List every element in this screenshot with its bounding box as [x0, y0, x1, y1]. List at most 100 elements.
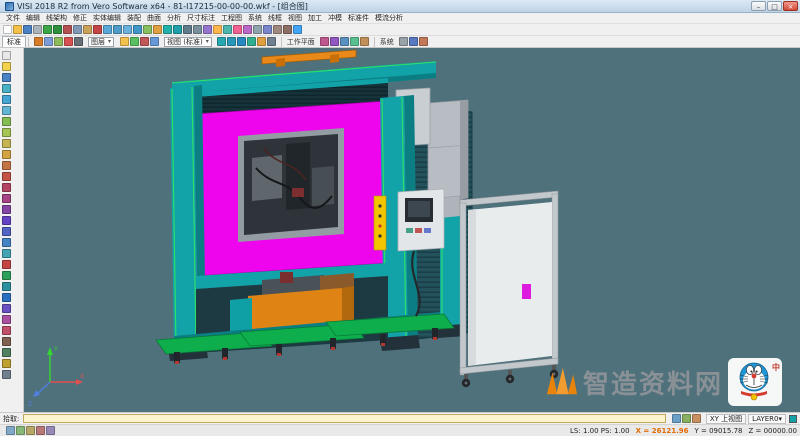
mirror-tool-icon[interactable] — [2, 205, 11, 214]
workplane-3pt-icon[interactable] — [350, 37, 359, 46]
menu-item[interactable]: 尺寸标注 — [184, 13, 218, 23]
filter-icon[interactable] — [54, 37, 63, 46]
paste-icon[interactable] — [83, 25, 92, 34]
rotate-tool-icon[interactable] — [2, 227, 11, 236]
rectangle-tool-icon[interactable] — [2, 117, 11, 126]
view-iso-icon[interactable] — [247, 37, 256, 46]
top-view-icon[interactable] — [173, 25, 182, 34]
view-front-icon[interactable] — [227, 37, 236, 46]
new-file-icon[interactable] — [3, 25, 12, 34]
offset-tool-icon[interactable] — [2, 150, 11, 159]
zoom-in-icon[interactable] — [103, 25, 112, 34]
print-icon[interactable] — [33, 25, 42, 34]
cut-icon[interactable] — [63, 25, 72, 34]
shaded-view-icon[interactable] — [183, 25, 192, 34]
menu-item[interactable]: 文件 — [3, 13, 23, 23]
menu-item[interactable]: 线架构 — [43, 13, 70, 23]
menu-item[interactable]: 修正 — [70, 13, 90, 23]
select-tool-icon[interactable] — [2, 51, 11, 60]
layer-combo[interactable]: 图层 ▾ — [88, 37, 114, 47]
view-top-icon[interactable] — [217, 37, 226, 46]
ortho-toggle-icon[interactable] — [16, 426, 25, 435]
save-icon[interactable] — [23, 25, 32, 34]
system-settings-icon[interactable] — [399, 37, 408, 46]
menu-item[interactable]: 装配 — [124, 13, 144, 23]
close-button[interactable]: × — [783, 1, 798, 11]
fillet-tool-icon[interactable] — [2, 183, 11, 192]
grid-snap-icon[interactable] — [682, 414, 691, 423]
view-refresh-icon[interactable] — [257, 37, 266, 46]
toolbar-tab-standard[interactable]: 标准 — [2, 36, 26, 47]
viewport-3d[interactable]: Y X Z 智造资料网 — [24, 48, 800, 412]
arc-tool-icon[interactable] — [2, 84, 11, 93]
rotate-view-icon[interactable] — [153, 25, 162, 34]
safety-panel-magenta[interactable] — [196, 101, 388, 276]
wireframe-view-icon[interactable] — [193, 25, 202, 34]
hole-feature-icon[interactable] — [2, 337, 11, 346]
revolve-tool-icon[interactable] — [2, 282, 11, 291]
copy-tool-icon[interactable] — [2, 249, 11, 258]
grid-icon[interactable] — [253, 25, 262, 34]
boolean-union-icon[interactable] — [2, 326, 11, 335]
delete-entity-icon[interactable] — [2, 260, 11, 269]
workplane-xy-icon[interactable] — [320, 37, 329, 46]
sweep-tool-icon[interactable] — [2, 293, 11, 302]
undo-icon[interactable] — [43, 25, 52, 34]
system-calculator-icon[interactable] — [409, 37, 418, 46]
maximize-button[interactable]: □ — [767, 1, 782, 11]
copy-icon[interactable] — [73, 25, 82, 34]
properties-icon[interactable] — [273, 25, 282, 34]
measure-icon[interactable] — [233, 25, 242, 34]
layer-field[interactable]: LAYER0 ▾ — [748, 414, 786, 424]
snap-toggle-icon[interactable] — [6, 426, 15, 435]
dynamic-input-toggle-icon[interactable] — [46, 426, 55, 435]
ellipse-tool-icon[interactable] — [2, 106, 11, 115]
menu-item[interactable]: 模流分析 — [372, 13, 406, 23]
command-input[interactable] — [23, 414, 666, 423]
selection-filter-icon[interactable] — [263, 25, 272, 34]
trim-tool-icon[interactable] — [2, 161, 11, 170]
redo-icon[interactable] — [53, 25, 62, 34]
layer-manager-icon[interactable] — [213, 25, 222, 34]
attribute-paint-icon[interactable] — [34, 37, 43, 46]
layer-isolate-icon[interactable] — [150, 37, 159, 46]
line-style-icon[interactable] — [74, 37, 83, 46]
menu-item[interactable]: 编辑 — [23, 13, 43, 23]
view-cube-icon[interactable] — [672, 414, 681, 423]
scale-tool-icon[interactable] — [2, 238, 11, 247]
spline-tool-icon[interactable] — [2, 139, 11, 148]
pattern-tool-icon[interactable] — [2, 348, 11, 357]
materials-icon[interactable] — [283, 25, 292, 34]
layer-off-icon[interactable] — [140, 37, 149, 46]
iso-view-icon[interactable] — [163, 25, 172, 34]
menu-item[interactable]: 视图 — [285, 13, 305, 23]
zoom-out-icon[interactable] — [113, 25, 122, 34]
view-side-icon[interactable] — [237, 37, 246, 46]
menu-item[interactable]: 标准件 — [345, 13, 372, 23]
menu-item[interactable]: 冲模 — [325, 13, 345, 23]
shell-tool-icon[interactable] — [2, 315, 11, 324]
workplane-yz-icon[interactable] — [330, 37, 339, 46]
open-folder-icon[interactable] — [13, 25, 22, 34]
layer-on-icon[interactable] — [130, 37, 139, 46]
menu-item[interactable]: 加工 — [305, 13, 325, 23]
menu-item[interactable]: 线框 — [265, 13, 285, 23]
workplane-normal-icon[interactable] — [360, 37, 369, 46]
entity-snap-icon[interactable] — [692, 414, 701, 423]
menu-item[interactable]: 实体编辑 — [90, 13, 124, 23]
move-tool-icon[interactable] — [2, 216, 11, 225]
workplane-icon[interactable] — [223, 25, 232, 34]
line-tool-icon[interactable] — [2, 73, 11, 82]
minimize-button[interactable]: – — [751, 1, 766, 11]
grid-toggle-icon[interactable] — [26, 426, 35, 435]
button-strip[interactable] — [374, 196, 386, 250]
loft-tool-icon[interactable] — [2, 304, 11, 313]
attribute-match-icon[interactable] — [44, 37, 53, 46]
workplane-zx-icon[interactable] — [340, 37, 349, 46]
system-macro-icon[interactable] — [419, 37, 428, 46]
layer-new-icon[interactable] — [120, 37, 129, 46]
extend-tool-icon[interactable] — [2, 172, 11, 181]
snap-icon[interactable] — [243, 25, 252, 34]
chamfer-tool-icon[interactable] — [2, 194, 11, 203]
circle-tool-icon[interactable] — [2, 95, 11, 104]
